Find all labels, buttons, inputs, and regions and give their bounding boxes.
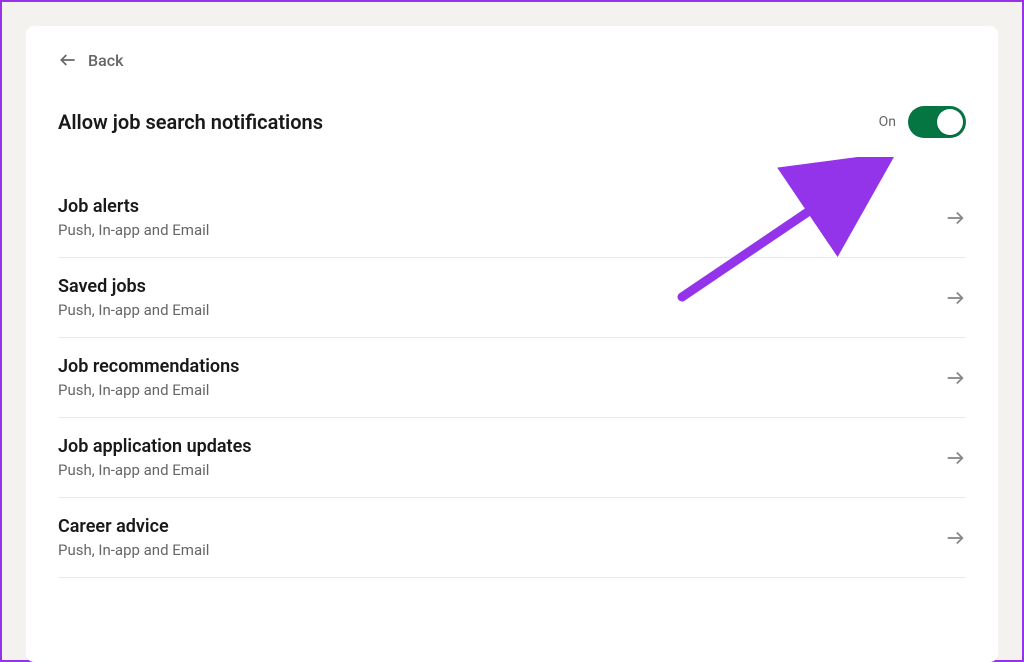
setting-row-career-advice[interactable]: Career advice Push, In-app and Email xyxy=(58,498,966,578)
setting-text: Saved jobs Push, In-app and Email xyxy=(58,276,209,319)
row-title: Job recommendations xyxy=(58,356,239,377)
row-subtitle: Push, In-app and Email xyxy=(58,381,239,399)
toggle-state-label: On xyxy=(879,114,896,130)
setting-row-saved-jobs[interactable]: Saved jobs Push, In-app and Email xyxy=(58,258,966,338)
allow-notifications-toggle[interactable] xyxy=(908,106,966,138)
arrow-left-icon xyxy=(58,50,78,70)
setting-text: Job alerts Push, In-app and Email xyxy=(58,196,209,239)
row-title: Job alerts xyxy=(58,196,209,217)
row-subtitle: Push, In-app and Email xyxy=(58,301,209,319)
row-title: Job application updates xyxy=(58,436,252,457)
settings-card: Back Allow job search notifications On J… xyxy=(26,26,998,662)
setting-row-job-alerts[interactable]: Job alerts Push, In-app and Email xyxy=(58,178,966,258)
arrow-right-icon xyxy=(944,367,966,389)
row-subtitle: Push, In-app and Email xyxy=(58,541,209,559)
back-button[interactable]: Back xyxy=(58,50,966,70)
back-label: Back xyxy=(88,51,123,70)
row-subtitle: Push, In-app and Email xyxy=(58,461,252,479)
arrow-right-icon xyxy=(944,287,966,309)
toggle-area: On xyxy=(879,106,966,138)
main-toggle-row: Allow job search notifications On xyxy=(58,106,966,138)
setting-text: Job application updates Push, In-app and… xyxy=(58,436,252,479)
row-subtitle: Push, In-app and Email xyxy=(58,221,209,239)
row-title: Career advice xyxy=(58,516,209,537)
setting-text: Career advice Push, In-app and Email xyxy=(58,516,209,559)
setting-row-job-application-updates[interactable]: Job application updates Push, In-app and… xyxy=(58,418,966,498)
arrow-right-icon xyxy=(944,527,966,549)
toggle-knob xyxy=(937,109,963,135)
arrow-right-icon xyxy=(944,447,966,469)
page-title: Allow job search notifications xyxy=(58,110,323,134)
row-title: Saved jobs xyxy=(58,276,209,297)
setting-text: Job recommendations Push, In-app and Ema… xyxy=(58,356,239,399)
setting-row-job-recommendations[interactable]: Job recommendations Push, In-app and Ema… xyxy=(58,338,966,418)
arrow-right-icon xyxy=(944,207,966,229)
